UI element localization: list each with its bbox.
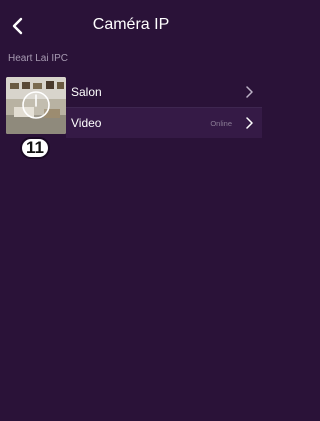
group-label: Heart Lai IPC [8,53,69,64]
camera-item-label: Salon [71,85,102,99]
page-title: Caméra IP [92,16,170,33]
camera-item-video[interactable]: Video Online [66,108,262,138]
camera-count-badge: 11 [20,137,50,159]
camera-item-salon[interactable]: Salon [66,77,262,108]
power-icon [22,91,50,119]
chevron-left-icon [12,17,23,35]
online-status-label: Online [210,118,232,128]
back-button[interactable] [4,12,32,40]
chevron-right-icon [242,116,256,130]
camera-item-label: Video [71,116,102,130]
camera-thumbnail[interactable] [6,77,66,134]
chevron-right-icon [242,85,256,99]
header-bar: Caméra IP [0,0,262,48]
